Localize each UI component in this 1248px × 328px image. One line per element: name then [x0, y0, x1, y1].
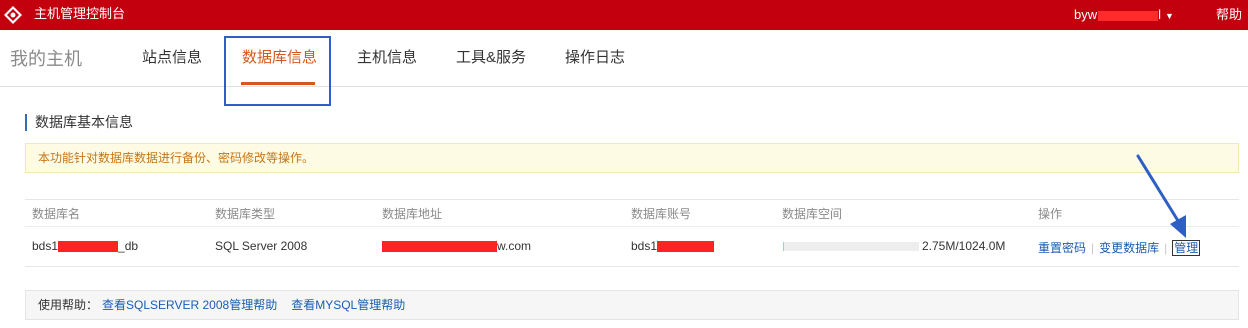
redaction-mark — [657, 241, 715, 253]
column-header-name: 数据库名 — [32, 207, 81, 221]
db-account: bds1 — [631, 239, 715, 253]
action-separator: | — [1164, 241, 1168, 255]
db-name: bds1 _db — [32, 239, 138, 253]
database-table: 数据库名 数据库类型 数据库地址 数据库账号 数据库空间 操作 bds1 _db … — [25, 199, 1239, 267]
db-name-prefix: bds1 — [32, 239, 59, 253]
highlight-box — [224, 36, 331, 106]
column-header-space: 数据库空间 — [782, 207, 843, 221]
space-usage-bar — [783, 242, 919, 251]
chevron-down-icon: ▼ — [1165, 10, 1174, 21]
help-label: 使用帮助： — [38, 298, 99, 312]
logo-icon — [4, 6, 22, 24]
tab-host-info[interactable]: 主机信息 — [357, 46, 417, 67]
tab-tools-services[interactable]: 工具&服务 — [456, 46, 526, 67]
redaction-mark — [58, 241, 119, 253]
user-name: byw — [1074, 7, 1098, 22]
notice-banner: 本功能针对数据库数据进行备份、密码修改等操作。 — [25, 143, 1239, 173]
action-separator: | — [1091, 241, 1095, 255]
redaction-mark — [382, 241, 497, 253]
column-header-address: 数据库地址 — [382, 207, 443, 221]
main-nav: 我的主机 站点信息 数据库信息 主机信息 工具&服务 操作日志 — [0, 30, 1248, 106]
help-link[interactable]: 帮助 — [1216, 7, 1242, 23]
db-type: SQL Server 2008 — [215, 239, 308, 253]
user-menu[interactable]: byw l ▼ — [1074, 7, 1174, 24]
column-header-account: 数据库账号 — [631, 207, 692, 221]
sqlserver-help-link[interactable]: 查看SQLSERVER 2008管理帮助 — [102, 298, 277, 312]
db-name-suffix: _db — [118, 239, 139, 253]
row-actions: 重置密码 | 变更数据库 | 管理 — [1038, 239, 1201, 256]
my-host-title[interactable]: 我的主机 — [10, 45, 82, 71]
header-divider — [25, 226, 1239, 227]
column-header-actions: 操作 — [1038, 207, 1063, 221]
redaction-mark — [1098, 10, 1159, 21]
db-address-suffix: w.com — [497, 239, 532, 253]
column-header-type: 数据库类型 — [215, 207, 276, 221]
top-bar: 主机管理控制台 byw l ▼ 帮助 — [0, 0, 1248, 30]
reset-password-link[interactable]: 重置密码 — [1038, 241, 1086, 255]
change-database-link[interactable]: 变更数据库 — [1099, 241, 1159, 255]
tab-operation-log[interactable]: 操作日志 — [565, 46, 625, 67]
db-account-prefix: bds1 — [631, 239, 658, 253]
db-address: w.com — [382, 239, 531, 253]
help-bar: 使用帮助： 查看SQLSERVER 2008管理帮助 查看MYSQL管理帮助 — [25, 290, 1239, 320]
user-name-suffix: l — [1158, 7, 1162, 22]
tab-site-info[interactable]: 站点信息 — [142, 46, 202, 67]
section-title: 数据库基本信息 — [25, 114, 133, 131]
manage-link[interactable]: 管理 — [1172, 240, 1201, 256]
db-space: 2.75M/1024.0M — [922, 239, 1006, 253]
app-title: 主机管理控制台 — [34, 6, 126, 21]
mysql-help-link[interactable]: 查看MYSQL管理帮助 — [291, 298, 405, 312]
